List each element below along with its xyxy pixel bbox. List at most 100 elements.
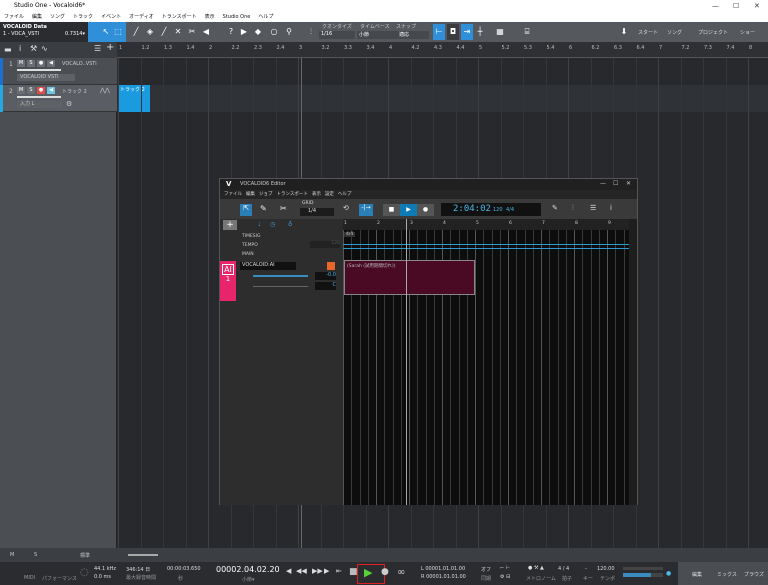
vmenu-help[interactable]: ヘルプ (338, 190, 352, 199)
volume-slider[interactable] (17, 96, 61, 98)
quantize-icon[interactable]: ⫶ (305, 24, 317, 40)
zoom-slider[interactable] (128, 554, 158, 556)
select-tool-icon[interactable]: ⇱ (240, 204, 252, 216)
monitor-button[interactable]: ◀ (47, 87, 55, 94)
rewind-start-icon[interactable]: ◀ (286, 567, 291, 575)
rewind-icon[interactable]: ◀◀ (296, 567, 307, 575)
zoom-icon[interactable]: ○ (268, 24, 280, 40)
loop-icon[interactable]: ⟲ (343, 204, 349, 212)
timebase-select[interactable]: 小節 (357, 31, 393, 39)
edit-icon[interactable]: ✎ (552, 204, 558, 212)
browse-view-button[interactable]: ブラウズ (744, 571, 764, 578)
song-info[interactable]: VOCALOID Data 1 - VOCA_VSTI 0.7314▾ (0, 22, 88, 42)
grid-settings-icon[interactable]: ▦ (494, 24, 506, 40)
vertical-scrollbar[interactable] (629, 219, 637, 505)
menu-audio[interactable]: オーディオ (129, 12, 154, 22)
autoscroll-icon[interactable]: ⇥ (461, 24, 473, 40)
vmenu-view[interactable]: 表示 (312, 190, 321, 199)
play-button[interactable]: ▶ (364, 566, 372, 579)
metronome-icon[interactable]: ⌸ (521, 24, 533, 40)
export-icon[interactable]: ⬇ (618, 24, 630, 40)
position-label[interactable]: 小節▾ (242, 576, 255, 583)
menu-event[interactable]: イベント (101, 12, 121, 22)
vocaloid-close[interactable]: ✕ (626, 180, 631, 187)
forward-icon[interactable]: ▶▶ (312, 567, 323, 575)
vmenu-transport[interactable]: トランスポート (277, 190, 308, 199)
loop-start[interactable]: L 00001.01.01.00 (421, 566, 465, 572)
track-mode-button[interactable] (327, 262, 335, 270)
timesig-marker[interactable]: 4/4 (344, 232, 356, 237)
monitor-toggle-icon[interactable]: ● (666, 570, 671, 577)
snap-select[interactable]: 適応 (393, 31, 429, 39)
track-list-icon[interactable]: ☰ (94, 44, 101, 53)
vocaloid-minimize[interactable]: — (600, 180, 606, 187)
record-button[interactable]: ● (417, 204, 434, 216)
vocaloid-track-name[interactable]: VOCALOID:AI (240, 262, 296, 270)
solo-button[interactable]: S (27, 87, 35, 94)
volume-value[interactable]: -0.0 (315, 272, 336, 280)
listen-tool-icon[interactable]: ◀ (200, 24, 212, 40)
mute-button[interactable]: M (17, 87, 25, 94)
vmenu-job[interactable]: ジョブ (259, 190, 273, 199)
vmenu-edit[interactable]: 編集 (246, 190, 255, 199)
solo-button[interactable]: S (27, 60, 35, 67)
range-tool-icon[interactable]: ⬚ (112, 24, 124, 40)
settings-icon[interactable]: ⚙ ⊟ (500, 574, 510, 580)
timeline-ruler[interactable]: 1 1.2 1.3 1.4 2 2.2 2.3 2.4 3 3.2 3.3 3.4 4 4.2 4.3 4.4… (117, 42, 768, 58)
s-button[interactable]: S (34, 552, 37, 558)
vocaloid-maximize[interactable]: ☐ (613, 180, 618, 187)
audio-clip[interactable]: トラック 2 (118, 85, 150, 112)
close-button[interactable]: ✕ (754, 0, 760, 12)
help-icon[interactable]: ? (225, 24, 237, 40)
inspector-icon[interactable]: i (19, 44, 21, 53)
vmenu-file[interactable]: ファイル (224, 190, 242, 199)
grid-select[interactable]: 1/4 (300, 208, 334, 216)
time-signature[interactable]: 4 / 4 (558, 566, 569, 572)
minimize-button[interactable]: — (712, 0, 719, 12)
tempo-value[interactable]: 120.00 (597, 566, 615, 572)
pencil-tool-icon[interactable]: ╱ (130, 24, 142, 40)
track-name[interactable]: トラック 2 (62, 88, 87, 95)
edit-view-button[interactable]: 編集 (692, 571, 702, 578)
volume-slider[interactable] (253, 275, 308, 277)
paint-tool-icon[interactable]: ╱ (158, 24, 170, 40)
track-name[interactable]: VOCALO..VSTi (62, 61, 97, 67)
mix-view-button[interactable]: ミックス (717, 571, 737, 578)
show-page-button[interactable]: ショー (740, 29, 755, 36)
snap-toggle-icon[interactable]: ⊢ (433, 24, 445, 40)
performance-label[interactable]: パフォーマンス (42, 575, 77, 582)
play-button[interactable]: ▶ (400, 204, 417, 216)
split-tool-icon[interactable]: ✂ (186, 24, 198, 40)
record-button[interactable]: ● (381, 567, 389, 577)
track-2[interactable]: 2 M S ● ◀ トラック 2 ⋀⋀ 入力 L ⚙ (0, 85, 117, 112)
input-select[interactable]: 入力 L (17, 101, 62, 108)
list-icon[interactable]: ☰ (590, 204, 596, 212)
add-track-icon[interactable]: + (106, 42, 114, 53)
track-badge[interactable]: AI 1 (220, 261, 236, 301)
start-page-button[interactable]: スタート (638, 29, 658, 36)
mute-button[interactable]: M (17, 60, 25, 67)
vocaloid-playhead[interactable] (406, 219, 407, 505)
pan-slider[interactable] (253, 286, 308, 287)
loop-end[interactable]: R 00001.01.01.00 (421, 574, 466, 580)
vmenu-settings[interactable]: 設定 (325, 190, 334, 199)
clock-icon[interactable]: ◷ (270, 221, 275, 228)
return-zero-icon[interactable]: ⇤ (336, 567, 342, 575)
nudge-icon[interactable]: ▶ (238, 24, 250, 40)
menu-transport[interactable]: トランスポート (162, 12, 197, 22)
bend-icon[interactable]: ◆ (252, 24, 264, 40)
track-1[interactable]: 1 M S ● ◀ VOCALO..VSTi VOCALOID VSTi (0, 58, 117, 85)
automation-icon[interactable]: ∿ (41, 44, 48, 53)
quantize-select[interactable]: 1/16 (319, 31, 355, 39)
tempo-field[interactable]: 120 (310, 241, 340, 248)
eraser-tool-icon[interactable]: ◈ (144, 24, 156, 40)
menu-help[interactable]: ヘルプ (258, 12, 273, 22)
sync-off[interactable]: オフ (481, 566, 491, 573)
gear-icon[interactable]: ⚙ (66, 100, 72, 108)
snap-grid-icon[interactable]: ◘ (447, 24, 459, 40)
follow-icon[interactable]: -|→ (359, 204, 373, 216)
menu-edit[interactable]: 編集 (32, 12, 42, 22)
menu-file[interactable]: ファイル (4, 12, 24, 22)
info-icon[interactable]: i (610, 204, 612, 212)
menu-song[interactable]: ソング (50, 12, 65, 22)
